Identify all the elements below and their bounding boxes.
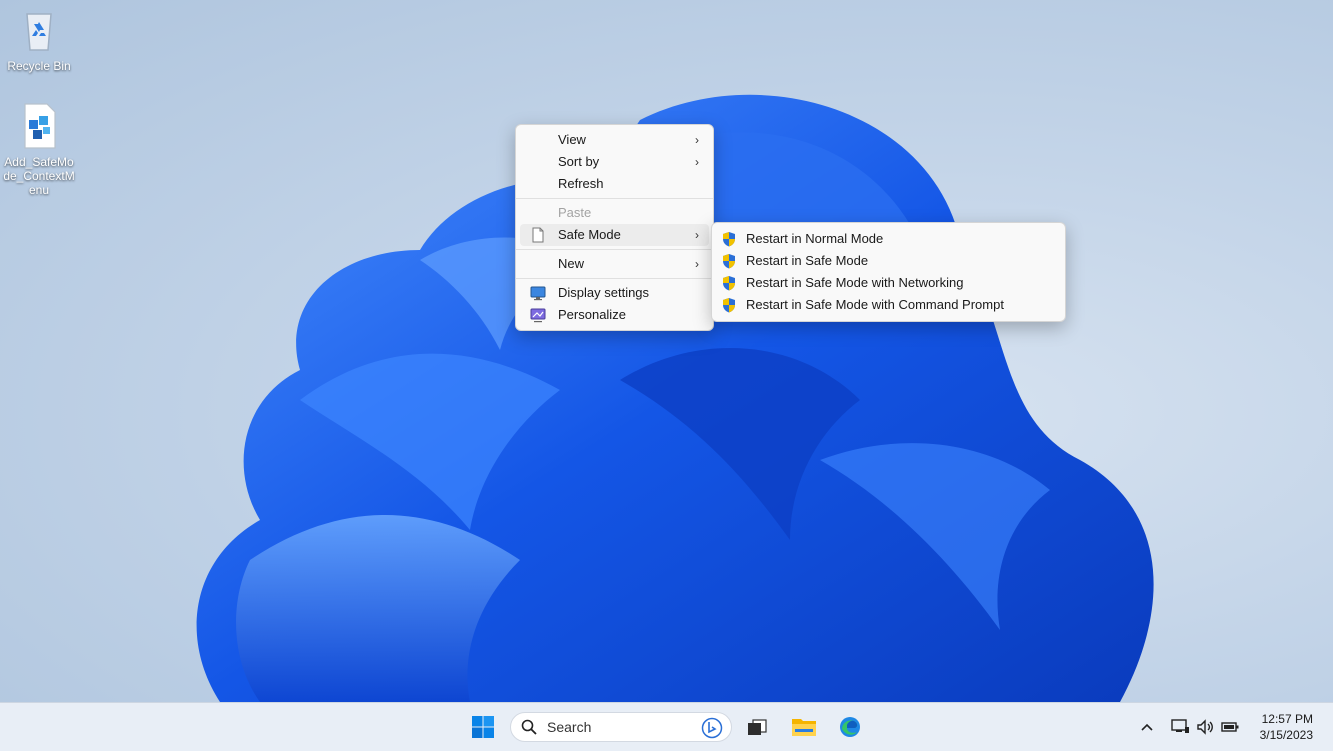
desktop-icon-label: Add_SafeMode_ContextMenu: [3, 155, 75, 197]
edge-browser-button[interactable]: [834, 711, 866, 743]
taskbar-clock[interactable]: 12:57 PM 3/15/2023: [1260, 711, 1313, 743]
menu-separator: [516, 198, 713, 199]
menu-item-label: Paste: [558, 205, 592, 220]
windows-logo-icon: [472, 716, 494, 738]
uac-shield-icon: [723, 254, 735, 269]
edge-icon: [840, 717, 860, 737]
search-placeholder: Search: [547, 719, 592, 735]
menu-item-label: View: [558, 132, 586, 147]
menu-item-label: Personalize: [558, 307, 626, 322]
desktop-icon-recycle-bin[interactable]: Recycle Bin: [0, 6, 78, 73]
file-explorer-button[interactable]: [788, 711, 820, 743]
task-view-icon: [748, 719, 767, 735]
menu-separator: [516, 278, 713, 279]
clock-date: 3/15/2023: [1259, 728, 1313, 742]
uac-shield-icon: [723, 232, 735, 247]
wallpaper-bloom: [196, 94, 1154, 702]
taskbar-search-box[interactable]: Search: [510, 712, 732, 742]
menu-item-paste: Paste: [520, 202, 709, 224]
menu-item-restart-normal[interactable]: Restart in Normal Mode: [716, 228, 1061, 250]
desktop-icon-add-safemode[interactable]: Add_SafeMode_ContextMenu: [0, 102, 78, 197]
document-icon: [532, 227, 544, 243]
menu-item-safe-mode[interactable]: Safe Mode ›: [520, 224, 709, 246]
folder-icon: [792, 719, 816, 736]
uac-shield-icon: [723, 298, 735, 313]
registry-file-icon: [24, 103, 56, 149]
menu-item-label: Display settings: [558, 285, 650, 300]
chevron-right-icon: ›: [695, 228, 699, 242]
menu-separator: [516, 249, 713, 250]
menu-item-display-settings[interactable]: Display settings: [520, 282, 709, 304]
desktop-icon-label: Recycle Bin: [7, 59, 71, 73]
menu-item-label: Restart in Safe Mode: [746, 253, 869, 268]
recycle-bin-icon: [26, 13, 52, 51]
menu-item-label: Restart in Safe Mode with Command Prompt: [746, 297, 1004, 312]
chevron-right-icon: ›: [695, 257, 699, 271]
menu-item-restart-safe-cmd[interactable]: Restart in Safe Mode with Command Prompt: [716, 294, 1061, 316]
clock-time: 12:57 PM: [1261, 712, 1313, 726]
network-icon[interactable]: [1170, 717, 1190, 737]
start-button[interactable]: [467, 711, 499, 743]
chevron-right-icon: ›: [695, 155, 699, 169]
bing-icon[interactable]: [701, 717, 723, 739]
uac-shield-icon: [723, 276, 735, 291]
menu-item-restart-safe-networking[interactable]: Restart in Safe Mode with Networking: [716, 272, 1061, 294]
task-view-button[interactable]: [741, 711, 773, 743]
menu-item-label: Restart in Normal Mode: [746, 231, 884, 246]
menu-item-label: Refresh: [558, 176, 604, 191]
menu-item-label: Safe Mode: [558, 227, 621, 242]
menu-item-personalize[interactable]: Personalize: [520, 304, 709, 326]
search-icon: [521, 719, 537, 735]
desktop-context-menu: View › Sort by › Refresh Paste Safe Mode…: [515, 124, 714, 331]
safe-mode-submenu: Restart in Normal Mode Restart in Safe M…: [711, 222, 1066, 322]
chevron-right-icon: ›: [695, 133, 699, 147]
menu-item-label: Sort by: [558, 154, 600, 169]
menu-item-label: Restart in Safe Mode with Networking: [746, 275, 964, 290]
personalize-icon: [530, 308, 546, 323]
menu-item-sort-by[interactable]: Sort by ›: [520, 151, 709, 173]
menu-item-restart-safe[interactable]: Restart in Safe Mode: [716, 250, 1061, 272]
menu-item-view[interactable]: View ›: [520, 129, 709, 151]
volume-icon[interactable]: [1195, 717, 1215, 737]
menu-item-label: New: [558, 256, 585, 271]
battery-icon[interactable]: [1220, 717, 1240, 737]
taskbar: Search 12:57 PM 3/15/2023: [0, 702, 1333, 751]
chevron-up-icon[interactable]: [1137, 717, 1157, 737]
menu-item-new[interactable]: New ›: [520, 253, 709, 275]
display-settings-icon: [530, 286, 546, 301]
menu-item-refresh[interactable]: Refresh: [520, 173, 709, 195]
